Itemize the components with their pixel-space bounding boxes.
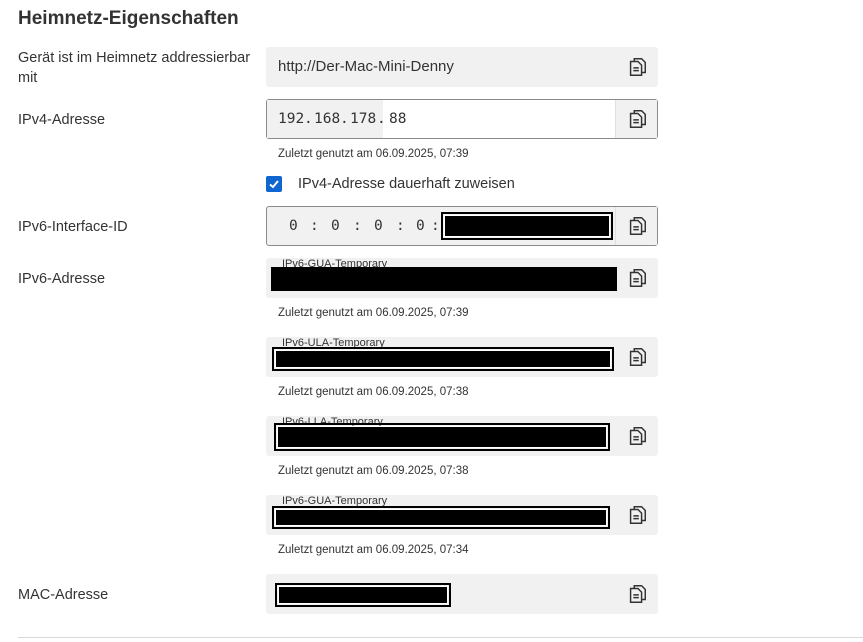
ipv4-octet-3: 178 — [350, 111, 377, 127]
address-value: http://Der-Mac-Mini-Denny — [278, 58, 454, 75]
copy-ipv4-button[interactable] — [615, 100, 657, 138]
copy-icon — [629, 348, 646, 366]
iid-colon: : — [310, 218, 319, 234]
copy-icon — [629, 506, 646, 524]
copy-icon — [629, 110, 646, 128]
ipv6-redaction — [274, 423, 610, 451]
ipv4-field: 192 . 168 . 178 . 88 — [266, 99, 658, 139]
ipv6-last-used: Zuletzt genutzt am 06.09.2025, 07:38 — [278, 465, 469, 477]
copy-icon — [629, 427, 646, 445]
iid-colon: : — [353, 218, 362, 234]
ipv6-label: IPv6-Adresse — [18, 271, 106, 287]
ipv4-octet-1: 192 — [278, 111, 305, 127]
ipv6-redaction — [272, 347, 614, 371]
iid-part-4: 0 — [416, 218, 425, 234]
ipv6-tag: IPv6-ULA-Temporary — [282, 337, 385, 349]
iid-colon: : — [396, 218, 405, 234]
iid-part-3: 0 — [374, 218, 383, 234]
copy-icon — [629, 217, 646, 235]
mac-redaction — [275, 583, 451, 607]
mac-field — [266, 574, 658, 614]
ipv6-entry-4: IPv6-GUA-Temporary — [266, 495, 658, 535]
iid-colon: : — [431, 218, 440, 234]
iid-part-2: 0 — [331, 218, 340, 234]
ipv4-label: IPv4-Adresse — [18, 112, 106, 128]
ipv4-permanent-checkbox[interactable] — [266, 176, 282, 192]
ipv4-dot: . — [377, 111, 386, 127]
mac-label: MAC-Adresse — [18, 587, 109, 603]
section-title: Heimnetz-Eigenschaften — [18, 8, 239, 29]
ipv6-entry-2: IPv6-ULA-Temporary — [266, 337, 658, 377]
copy-ipv6-button[interactable] — [616, 495, 658, 535]
copy-address-button[interactable] — [616, 47, 658, 87]
ipv6-last-used: Zuletzt genutzt am 06.09.2025, 07:34 — [278, 544, 469, 556]
ipv4-octet-2: 168 — [314, 111, 341, 127]
ipv6-iid-field: 0 : 0 : 0 : 0 : — [266, 206, 658, 246]
copy-iid-button[interactable] — [615, 207, 657, 245]
section-divider — [18, 637, 863, 638]
copy-ipv6-button[interactable] — [616, 337, 658, 377]
copy-ipv6-button[interactable] — [616, 416, 658, 456]
copy-mac-button[interactable] — [616, 574, 658, 614]
ipv4-permanent-row[interactable]: IPv4-Adresse dauerhaft zuweisen — [266, 176, 515, 192]
copy-icon — [629, 58, 646, 76]
iid-redaction — [441, 212, 613, 240]
ipv6-redaction — [272, 506, 610, 529]
ipv6-entry-3: IPv6-LLA-Temporary — [266, 416, 658, 456]
copy-icon — [629, 269, 646, 287]
ipv6-iid-label: IPv6-Interface-ID — [18, 219, 128, 235]
copy-icon — [629, 585, 646, 603]
ipv4-octet-4-input[interactable]: 88 — [389, 100, 406, 138]
ipv6-last-used: Zuletzt genutzt am 06.09.2025, 07:38 — [278, 386, 469, 398]
ipv6-tag: IPv6-GUA-Temporary — [282, 495, 388, 507]
address-field: http://Der-Mac-Mini-Denny — [266, 47, 658, 87]
ipv4-dot: . — [340, 111, 349, 127]
ipv6-redaction — [271, 267, 617, 291]
ipv6-entry-1: IPv6-GUA-Temporary — [266, 258, 658, 298]
ipv4-last-used: Zuletzt genutzt am 06.09.2025, 07:39 — [278, 148, 469, 160]
ipv4-dot: . — [304, 111, 313, 127]
ipv6-last-used: Zuletzt genutzt am 06.09.2025, 07:39 — [278, 307, 469, 319]
copy-ipv6-button[interactable] — [616, 258, 658, 298]
ipv4-permanent-label: IPv4-Adresse dauerhaft zuweisen — [298, 176, 515, 192]
checkmark-icon — [269, 180, 279, 189]
iid-part-1: 0 — [289, 218, 298, 234]
address-label: Gerät ist im Heimnetz addressierbar mit — [18, 50, 251, 86]
